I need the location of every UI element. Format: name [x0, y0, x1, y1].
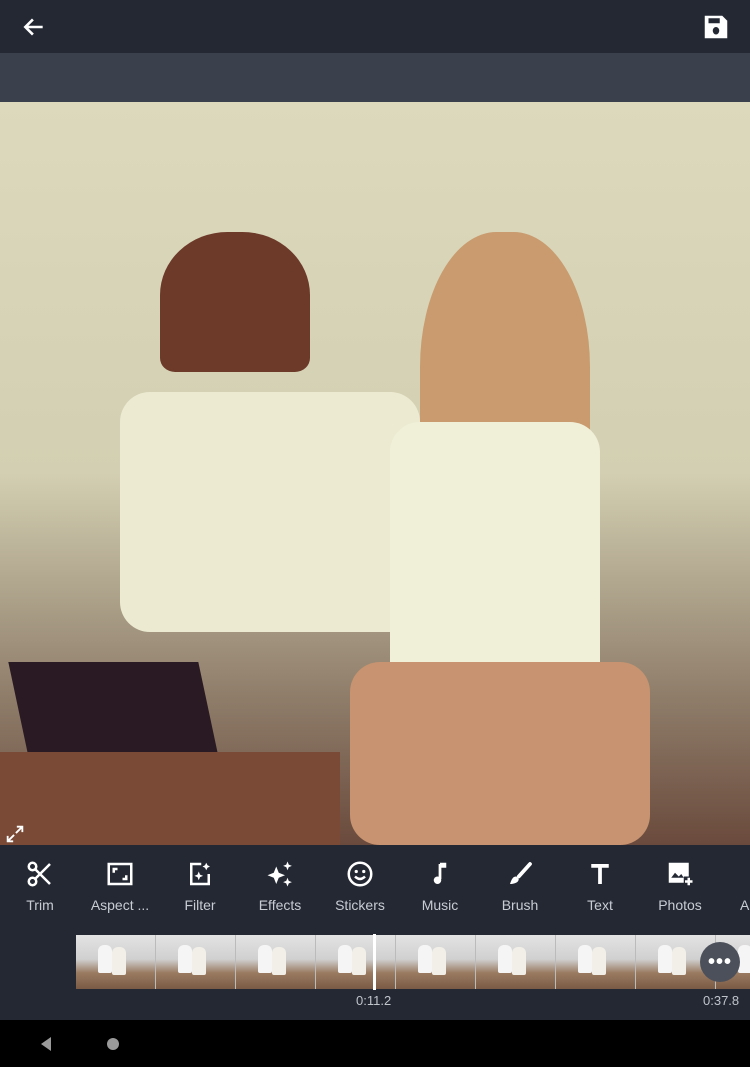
more-options-button[interactable]: •••: [700, 942, 740, 982]
video-preview[interactable]: [0, 102, 750, 845]
bench: [0, 752, 340, 845]
music-note-icon: [433, 862, 447, 884]
tool-label: Effects: [258, 897, 302, 913]
brush-icon: [510, 862, 532, 884]
aspect-ratio-icon: [107, 862, 133, 886]
sweater: [350, 662, 650, 845]
partial-icon: [745, 859, 750, 889]
person-left-shirt: [120, 392, 420, 632]
arrow-left-icon: [23, 18, 43, 36]
top-app-bar: [0, 0, 750, 53]
total-time: 0:37.8: [703, 993, 740, 1008]
thumbnail-frame: [156, 935, 236, 989]
sparkles-icon: [267, 861, 292, 887]
save-button[interactable]: [696, 8, 736, 46]
thumbnail-frame: [76, 935, 156, 989]
floppy-disk-icon: [704, 15, 728, 39]
thumbnail-frame: [556, 935, 636, 989]
current-time: 0:11.2: [356, 993, 392, 1008]
scissors-icon: [27, 861, 51, 887]
tool-label: Filter: [184, 897, 216, 913]
tool-effects[interactable]: Effects: [240, 859, 320, 929]
playhead[interactable]: [373, 934, 376, 990]
tool-music[interactable]: Music: [400, 859, 480, 929]
tool-bar: Trim Aspect ... Filter Effects Stickers …: [0, 845, 750, 935]
thumbnail-frame: [316, 935, 396, 989]
tool-label: Stickers: [335, 897, 385, 913]
tool-photos[interactable]: Photos: [640, 859, 720, 929]
triangle-back-icon: [41, 1037, 51, 1051]
nav-back-button[interactable]: [34, 1032, 58, 1056]
system-nav-bar: [0, 1020, 750, 1067]
tool-label: A: [740, 897, 750, 913]
smiley-icon: [347, 861, 373, 887]
tool-text[interactable]: Text: [560, 859, 640, 929]
tool-label: Trim: [26, 897, 54, 913]
tool-label: Text: [587, 897, 613, 913]
tool-label: Photos: [658, 897, 702, 913]
secondary-bar: [0, 53, 750, 102]
back-button[interactable]: [14, 8, 54, 46]
expand-icon: [6, 825, 24, 843]
thumbnail-frame: [396, 935, 476, 989]
tool-stickers[interactable]: Stickers: [320, 859, 400, 929]
filter-icon: [190, 862, 210, 886]
fullscreen-button[interactable]: [2, 822, 28, 845]
tool-partial[interactable]: A: [720, 859, 750, 929]
tool-filter[interactable]: Filter: [160, 859, 240, 929]
thumbnail-frame: [476, 935, 556, 989]
text-icon: [591, 864, 609, 884]
tool-label: Aspect ...: [90, 897, 150, 913]
tool-label: Music: [421, 897, 459, 913]
timeline[interactable]: ••• 0:11.2 0:37.8: [0, 934, 750, 1020]
timeline-strip[interactable]: [76, 935, 750, 989]
circle-home-icon: [107, 1038, 119, 1050]
add-photo-icon: [668, 862, 693, 886]
tool-trim[interactable]: Trim: [0, 859, 80, 929]
person-right-shirt: [390, 422, 600, 702]
tool-aspect[interactable]: Aspect ...: [80, 859, 160, 929]
nav-home-button[interactable]: [101, 1032, 125, 1056]
tool-brush[interactable]: Brush: [480, 859, 560, 929]
thumbnail-frame: [236, 935, 316, 989]
person-left-hair: [160, 232, 310, 372]
tool-label: Brush: [501, 897, 539, 913]
